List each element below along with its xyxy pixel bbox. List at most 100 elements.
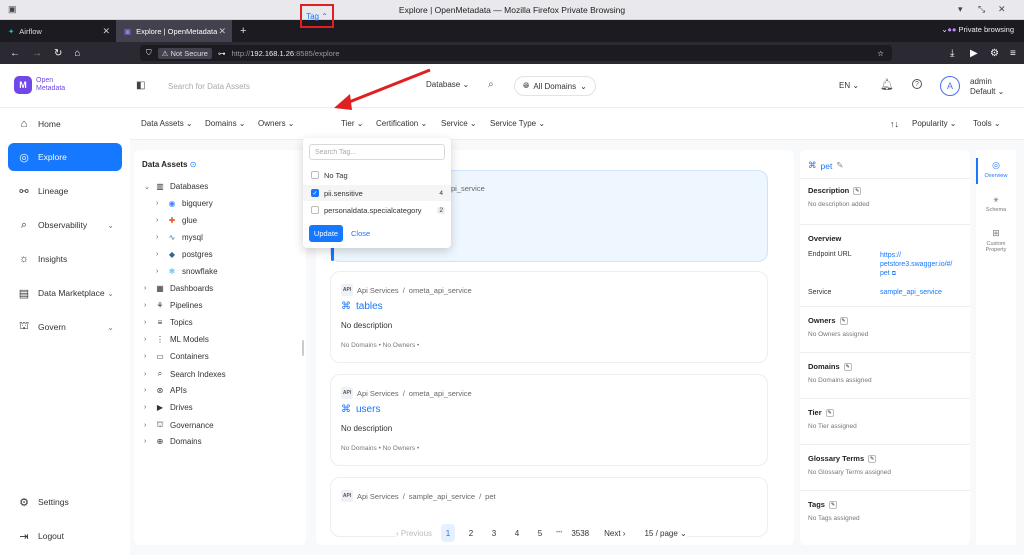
previous-page[interactable]: ‹ Previous xyxy=(396,529,432,538)
next-page[interactable]: Next › xyxy=(604,529,625,538)
result-card-users[interactable]: API Api Services / ometa_api_service ⌘ users… xyxy=(330,374,768,466)
tree-item-dashboards[interactable]: › ▦ Dashboards xyxy=(144,284,213,293)
tree-item-topics[interactable]: › ≡ Topics xyxy=(144,318,193,327)
tab-airflow[interactable]: ✦ Airflow ✕ xyxy=(0,20,116,42)
tab-schema[interactable]: ⚹ Schema xyxy=(978,194,1014,213)
bookmark-star-icon[interactable]: ☆ xyxy=(877,49,884,58)
update-button[interactable]: Update xyxy=(309,225,343,242)
checkbox-checked[interactable]: ✓ xyxy=(311,189,319,197)
menu-icon[interactable]: ≡ xyxy=(1010,48,1016,59)
sort-direction-icon[interactable]: ↑↓ xyxy=(890,119,899,129)
extensions-icon[interactable]: ⚙ xyxy=(990,48,999,59)
new-tab-button[interactable]: + xyxy=(232,20,256,42)
filter-certification[interactable]: Certification ⌄ xyxy=(376,119,427,128)
domains-select[interactable]: 🌐︎ All Domains ⌄ xyxy=(514,76,596,96)
reload-icon[interactable]: ↻ xyxy=(54,48,62,59)
detail-title[interactable]: ⌘ pet ✎ xyxy=(808,160,843,171)
result-card-tables[interactable]: API Api Services / ometa_api_service ⌘ table… xyxy=(330,271,768,363)
filter-domains[interactable]: Domains ⌄ xyxy=(205,119,246,128)
close-tab-icon[interactable]: ✕ xyxy=(218,26,226,37)
tree-item-apis[interactable]: › ⊛ APIs xyxy=(144,386,187,395)
page-size-select[interactable]: 15 / page ⌄ xyxy=(644,529,686,538)
close-window-icon[interactable]: ✕ xyxy=(998,4,1006,15)
close-button[interactable]: Close xyxy=(351,229,370,238)
avatar[interactable]: A xyxy=(940,76,960,96)
tag-option-no-tag[interactable]: No Tag xyxy=(303,167,451,183)
tree-item-domains[interactable]: › ⊕ Domains xyxy=(144,437,202,446)
tab-custom-property[interactable]: ⊞ Custom Property xyxy=(978,228,1014,253)
nav-item-insights[interactable]: ☼ Insights xyxy=(8,245,122,273)
page-ellipsis[interactable]: ••• xyxy=(556,530,562,536)
help-icon[interactable]: ? xyxy=(912,79,922,89)
nav-item-observability[interactable]: ⌕ Observability ⌄ xyxy=(8,211,122,239)
checkbox[interactable] xyxy=(311,206,319,214)
language-select[interactable]: EN ⌄ xyxy=(839,81,859,90)
extension-play-icon[interactable]: ▶ xyxy=(970,48,978,59)
tree-item-bigquery[interactable]: › ◉ bigquery xyxy=(156,199,213,208)
endpoint-url-link[interactable]: https:// petstore3.swagger.io/#/ pet ⧉ xyxy=(880,251,960,279)
sort-select[interactable]: Popularity ⌄ xyxy=(912,119,957,128)
tab-overview[interactable]: ◎ Overview xyxy=(978,160,1014,179)
tools-menu[interactable]: Tools ⌄ xyxy=(973,119,1001,128)
edit-icon[interactable]: ✎ xyxy=(825,408,834,417)
tree-item-containers[interactable]: › ▭ Containers xyxy=(144,352,209,361)
filter-tier[interactable]: Tier ⌄ xyxy=(341,119,363,128)
nav-item-explore[interactable]: ◎ Explore xyxy=(8,143,122,171)
edit-icon[interactable]: ✎ xyxy=(868,454,877,463)
tree-item-glue[interactable]: › ✚ glue xyxy=(156,216,197,225)
page-4[interactable]: 4 xyxy=(510,524,524,542)
nav-item-home[interactable]: ⌂ Home xyxy=(8,110,122,138)
checkbox[interactable] xyxy=(311,171,319,179)
nav-item-logout[interactable]: ⇥ Logout xyxy=(8,522,122,550)
tree-item-snowflake[interactable]: › ❄ snowflake xyxy=(156,267,218,276)
tag-option-personaldata-specialcategory[interactable]: personaldata.specialcategory 2 xyxy=(303,202,451,218)
edit-icon[interactable]: ✎ xyxy=(853,186,862,195)
page-5[interactable]: 5 xyxy=(533,524,547,542)
filter-service[interactable]: Service ⌄ xyxy=(441,119,477,128)
tree-item-drives[interactable]: › ▶ Drives xyxy=(144,403,193,412)
tree-item-ml-models[interactable]: › ⋮ ML Models xyxy=(144,335,209,344)
filter-owners[interactable]: Owners ⌄ xyxy=(258,119,295,128)
result-name-link[interactable]: ⌘ users xyxy=(341,404,380,415)
url-bar[interactable]: ⛉ ⚠ Not Secure ⊶ http://192.168.1.26:858… xyxy=(140,45,892,61)
bell-icon[interactable]: 🔔︎ xyxy=(880,78,894,91)
result-name-link[interactable]: ⌘ tables xyxy=(341,301,383,312)
edit-icon[interactable]: ✎ xyxy=(839,316,848,325)
tree-item-postgres[interactable]: › ◆ postgres xyxy=(156,250,213,259)
forward-icon[interactable]: → xyxy=(32,48,42,59)
tag-option-pii-sensitive[interactable]: ✓ pii.sensitive 4 xyxy=(303,185,451,201)
restore-icon[interactable]: ⤡ xyxy=(978,4,985,15)
openmetadata-logo[interactable]: M Open Metadata xyxy=(14,76,65,94)
user-menu[interactable]: admin Default ⌄ xyxy=(970,77,1004,97)
tab-explore[interactable]: ▣ Explore | OpenMetadata ✕ xyxy=(116,20,232,42)
nav-item-settings[interactable]: ⚙ Settings xyxy=(8,488,122,516)
tag-search-input[interactable] xyxy=(309,144,445,160)
window-menu-icon[interactable]: ▣ xyxy=(8,4,17,15)
tree-item-databases[interactable]: ⌄ ▥ Databases xyxy=(144,182,208,191)
nav-item-govern[interactable]: ⛫ Govern ⌄ xyxy=(8,313,122,341)
tree-item-pipelines[interactable]: › ⚘ Pipelines xyxy=(144,301,202,310)
nav-item-data-marketplace[interactable]: ▤ Data Marketplace ⌄ xyxy=(8,279,122,307)
resize-handle[interactable] xyxy=(302,340,304,356)
download-icon[interactable]: ⤓ xyxy=(950,48,954,59)
filter-tag[interactable]: Tag ⌃ xyxy=(300,4,334,28)
not-secure-badge[interactable]: ⚠ Not Secure xyxy=(157,47,212,59)
back-icon[interactable]: ← xyxy=(10,48,20,59)
tree-item-search-indexes[interactable]: › ⌕ Search Indexes xyxy=(144,369,226,379)
filter-service-type[interactable]: Service Type ⌄ xyxy=(490,119,545,128)
page-2[interactable]: 2 xyxy=(464,524,478,542)
filter-data-assets[interactable]: Data Assets ⌄ xyxy=(141,119,193,128)
sidebar-toggle-icon[interactable]: ◧ xyxy=(136,80,145,91)
close-tab-icon[interactable]: ✕ xyxy=(102,26,110,37)
page-1[interactable]: 1 xyxy=(441,524,456,542)
edit-icon[interactable]: ✎ xyxy=(828,500,837,509)
page-3[interactable]: 3 xyxy=(487,524,501,542)
home-browser-icon[interactable]: ⌂ xyxy=(74,48,80,59)
page-last[interactable]: 3538 xyxy=(571,524,589,542)
minimize-icon[interactable]: ▾ xyxy=(958,4,963,15)
edit-icon[interactable]: ✎ xyxy=(843,362,852,371)
tree-item-mysql[interactable]: › ∿ mysql xyxy=(156,233,203,242)
tree-item-governance[interactable]: › ⛫ Governance xyxy=(144,420,214,430)
search-icon[interactable]: ⌕ xyxy=(488,79,494,90)
permissions-icon[interactable]: ⊶ xyxy=(218,49,226,58)
